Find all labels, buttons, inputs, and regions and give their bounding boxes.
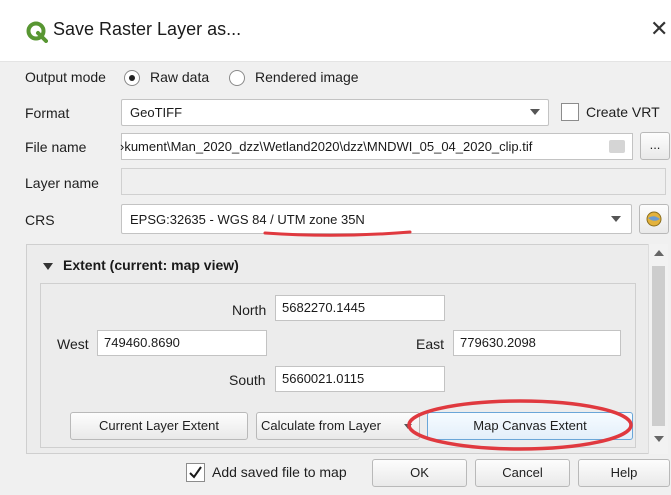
east-label: East bbox=[416, 336, 445, 352]
globe-icon bbox=[646, 211, 662, 227]
north-input[interactable]: 5682270.1445 bbox=[275, 295, 445, 321]
collapse-triangle-icon[interactable] bbox=[43, 263, 53, 270]
window-title: Save Raster Layer as... bbox=[53, 19, 242, 39]
create-vrt-checkbox[interactable] bbox=[561, 103, 579, 121]
file-name-input[interactable]: ›kument\Man_2020_dzz\Wetland2020\dzz\MND… bbox=[120, 133, 633, 160]
calculate-from-layer-button[interactable]: Calculate from Layer bbox=[256, 412, 420, 440]
extent-header[interactable]: Extent (current: map view) bbox=[63, 257, 239, 273]
rendered-image-label: Rendered image bbox=[255, 69, 359, 85]
crs-label: CRS bbox=[25, 212, 55, 228]
add-to-map-label: Add saved file to map bbox=[212, 464, 347, 480]
create-vrt-label: Create VRT bbox=[586, 104, 660, 120]
raw-data-label: Raw data bbox=[150, 69, 210, 85]
file-name-label: File name bbox=[25, 139, 87, 155]
scroll-up-icon[interactable] bbox=[654, 250, 664, 256]
west-label: West bbox=[57, 336, 89, 352]
cancel-button[interactable]: Cancel bbox=[475, 459, 570, 487]
layer-name-input[interactable] bbox=[121, 168, 666, 195]
chevron-down-icon bbox=[611, 216, 621, 222]
ok-button[interactable]: OK bbox=[372, 459, 467, 487]
scroll-thumb[interactable] bbox=[652, 266, 665, 426]
south-value: 5660021.0115 bbox=[282, 371, 365, 386]
east-input[interactable]: 779630.2098 bbox=[453, 330, 621, 356]
scrollbar[interactable] bbox=[648, 244, 668, 454]
format-select[interactable]: GeoTIFF bbox=[121, 99, 549, 126]
west-value: 749460.8690 bbox=[104, 335, 180, 350]
current-layer-extent-button[interactable]: Current Layer Extent bbox=[70, 412, 248, 440]
west-input[interactable]: 749460.8690 bbox=[97, 330, 267, 356]
crs-selector-button[interactable] bbox=[639, 204, 669, 234]
format-value: GeoTIFF bbox=[130, 105, 183, 120]
title-bar: Save Raster Layer as... ✕ bbox=[0, 0, 671, 62]
checkmark-icon bbox=[189, 466, 202, 479]
format-label: Format bbox=[25, 105, 70, 121]
qgis-logo-icon bbox=[26, 21, 48, 43]
east-value: 779630.2098 bbox=[460, 335, 536, 350]
scroll-down-icon[interactable] bbox=[654, 436, 664, 442]
south-label: South bbox=[229, 372, 266, 388]
output-mode-label: Output mode bbox=[25, 69, 106, 85]
annotation-ellipse bbox=[407, 399, 633, 451]
layer-name-label: Layer name bbox=[25, 175, 99, 191]
crs-value: EPSG:32635 - WGS 84 / UTM zone 35N bbox=[130, 212, 365, 227]
help-button[interactable]: Help bbox=[578, 459, 670, 487]
annotation-underline bbox=[263, 230, 412, 237]
rendered-image-radio[interactable] bbox=[229, 70, 245, 86]
close-icon[interactable]: ✕ bbox=[650, 16, 668, 42]
north-label: North bbox=[232, 302, 267, 318]
south-input[interactable]: 5660021.0115 bbox=[275, 366, 445, 392]
north-value: 5682270.1445 bbox=[282, 300, 366, 315]
calculate-from-layer-label: Calculate from Layer bbox=[261, 418, 381, 433]
raw-data-radio[interactable] bbox=[124, 70, 140, 86]
add-to-map-checkbox[interactable] bbox=[186, 463, 205, 482]
browse-button[interactable]: ... bbox=[640, 132, 670, 160]
file-name-value: ›kument\Man_2020_dzz\Wetland2020\dzz\MND… bbox=[120, 139, 533, 154]
clear-icon[interactable] bbox=[609, 140, 625, 153]
chevron-down-icon bbox=[530, 109, 540, 115]
